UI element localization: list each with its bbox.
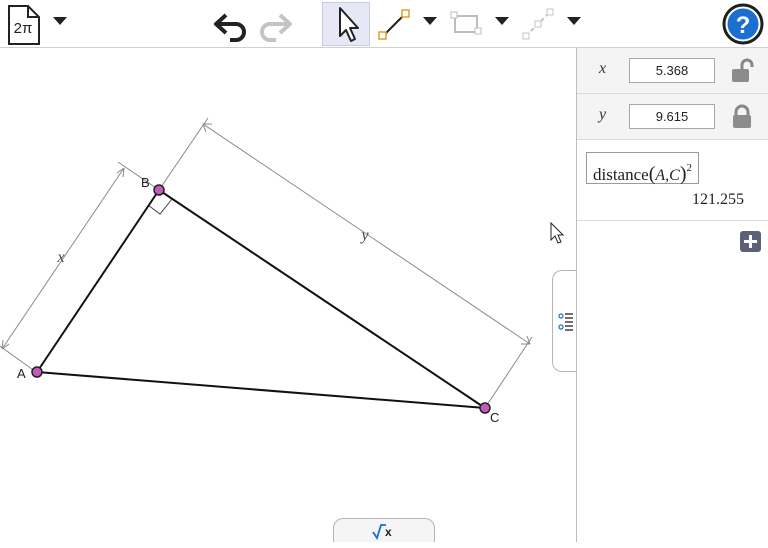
construction-tool-dropdown-icon[interactable]: [567, 17, 581, 25]
construction-line-icon: [522, 8, 554, 40]
expression-result: 121.255: [692, 191, 744, 208]
point-B[interactable]: [153, 184, 165, 196]
dimension-tool-button[interactable]: [446, 2, 486, 46]
equation-panel-tab[interactable]: x: [333, 518, 435, 542]
add-expression-button[interactable]: [740, 231, 761, 252]
variables-panel: x 5.368 y 9.615 distance(A,C)2 121.255: [576, 48, 768, 542]
expression-args: A,C: [655, 167, 680, 184]
expression-function: distance: [593, 165, 649, 184]
undo-button[interactable]: [210, 2, 250, 46]
segment-tool-dropdown-icon[interactable]: [423, 17, 437, 25]
dimension-icon: [450, 11, 482, 35]
toolbar: 2π ?: [0, 0, 768, 48]
unlocked-icon[interactable]: [729, 58, 755, 84]
app-menu-dropdown-icon[interactable]: [53, 17, 67, 25]
app-menu-button[interactable]: 2π: [4, 2, 44, 46]
variable-value-y-input[interactable]: 9.615: [629, 104, 715, 129]
segment-icon: [378, 9, 410, 40]
geometry-canvas[interactable]: x y A B C: [0, 48, 576, 542]
locked-icon[interactable]: [729, 104, 755, 130]
arrow-cursor-icon: [339, 7, 359, 42]
expression-divider: [577, 220, 768, 221]
point-C[interactable]: [479, 402, 491, 414]
dimension-tool-dropdown-icon[interactable]: [495, 17, 509, 25]
variable-row-y: y 9.615: [577, 94, 768, 140]
svg-text:?: ?: [736, 12, 751, 39]
segment-AB[interactable]: [36, 189, 160, 373]
dimension-x[interactable]: [0, 161, 160, 373]
redo-icon: [260, 13, 292, 42]
document-icon: 2π: [8, 5, 40, 45]
point-C-label: C: [490, 410, 499, 425]
expression-input[interactable]: distance(A,C)2: [586, 152, 699, 185]
panel-toggle-tab[interactable]: [552, 270, 576, 372]
dimension-y-label: y: [359, 227, 369, 244]
redo-button[interactable]: [256, 2, 296, 46]
mouse-cursor-icon: [550, 221, 565, 244]
dimension-y[interactable]: [158, 117, 533, 409]
variable-name-y: y: [599, 106, 607, 123]
sqrt-x-icon: x: [372, 524, 392, 541]
list-icon: [558, 313, 573, 331]
canvas-drawing: x y A B C: [0, 117, 565, 425]
point-A[interactable]: [31, 366, 43, 378]
segment-AC[interactable]: [36, 371, 486, 409]
expression-power: 2: [686, 162, 693, 174]
undo-icon: [214, 13, 246, 42]
point-A-label: A: [17, 366, 26, 381]
dimension-x-label: x: [56, 249, 64, 266]
help-button[interactable]: ?: [720, 2, 766, 46]
svg-text:x: x: [385, 525, 392, 539]
variable-row-x: x 5.368: [577, 48, 768, 94]
plus-icon: [744, 235, 757, 248]
select-tool-button[interactable]: [322, 2, 370, 46]
variable-value-x-input[interactable]: 5.368: [629, 58, 715, 83]
variable-name-x: x: [599, 60, 607, 77]
point-B-label: B: [141, 175, 150, 190]
app-icon-label: 2π: [14, 20, 33, 37]
construction-tool-button[interactable]: [518, 2, 558, 46]
segment-BC[interactable]: [158, 189, 486, 409]
help-icon: ?: [722, 3, 764, 45]
segment-tool-button[interactable]: [374, 2, 414, 46]
